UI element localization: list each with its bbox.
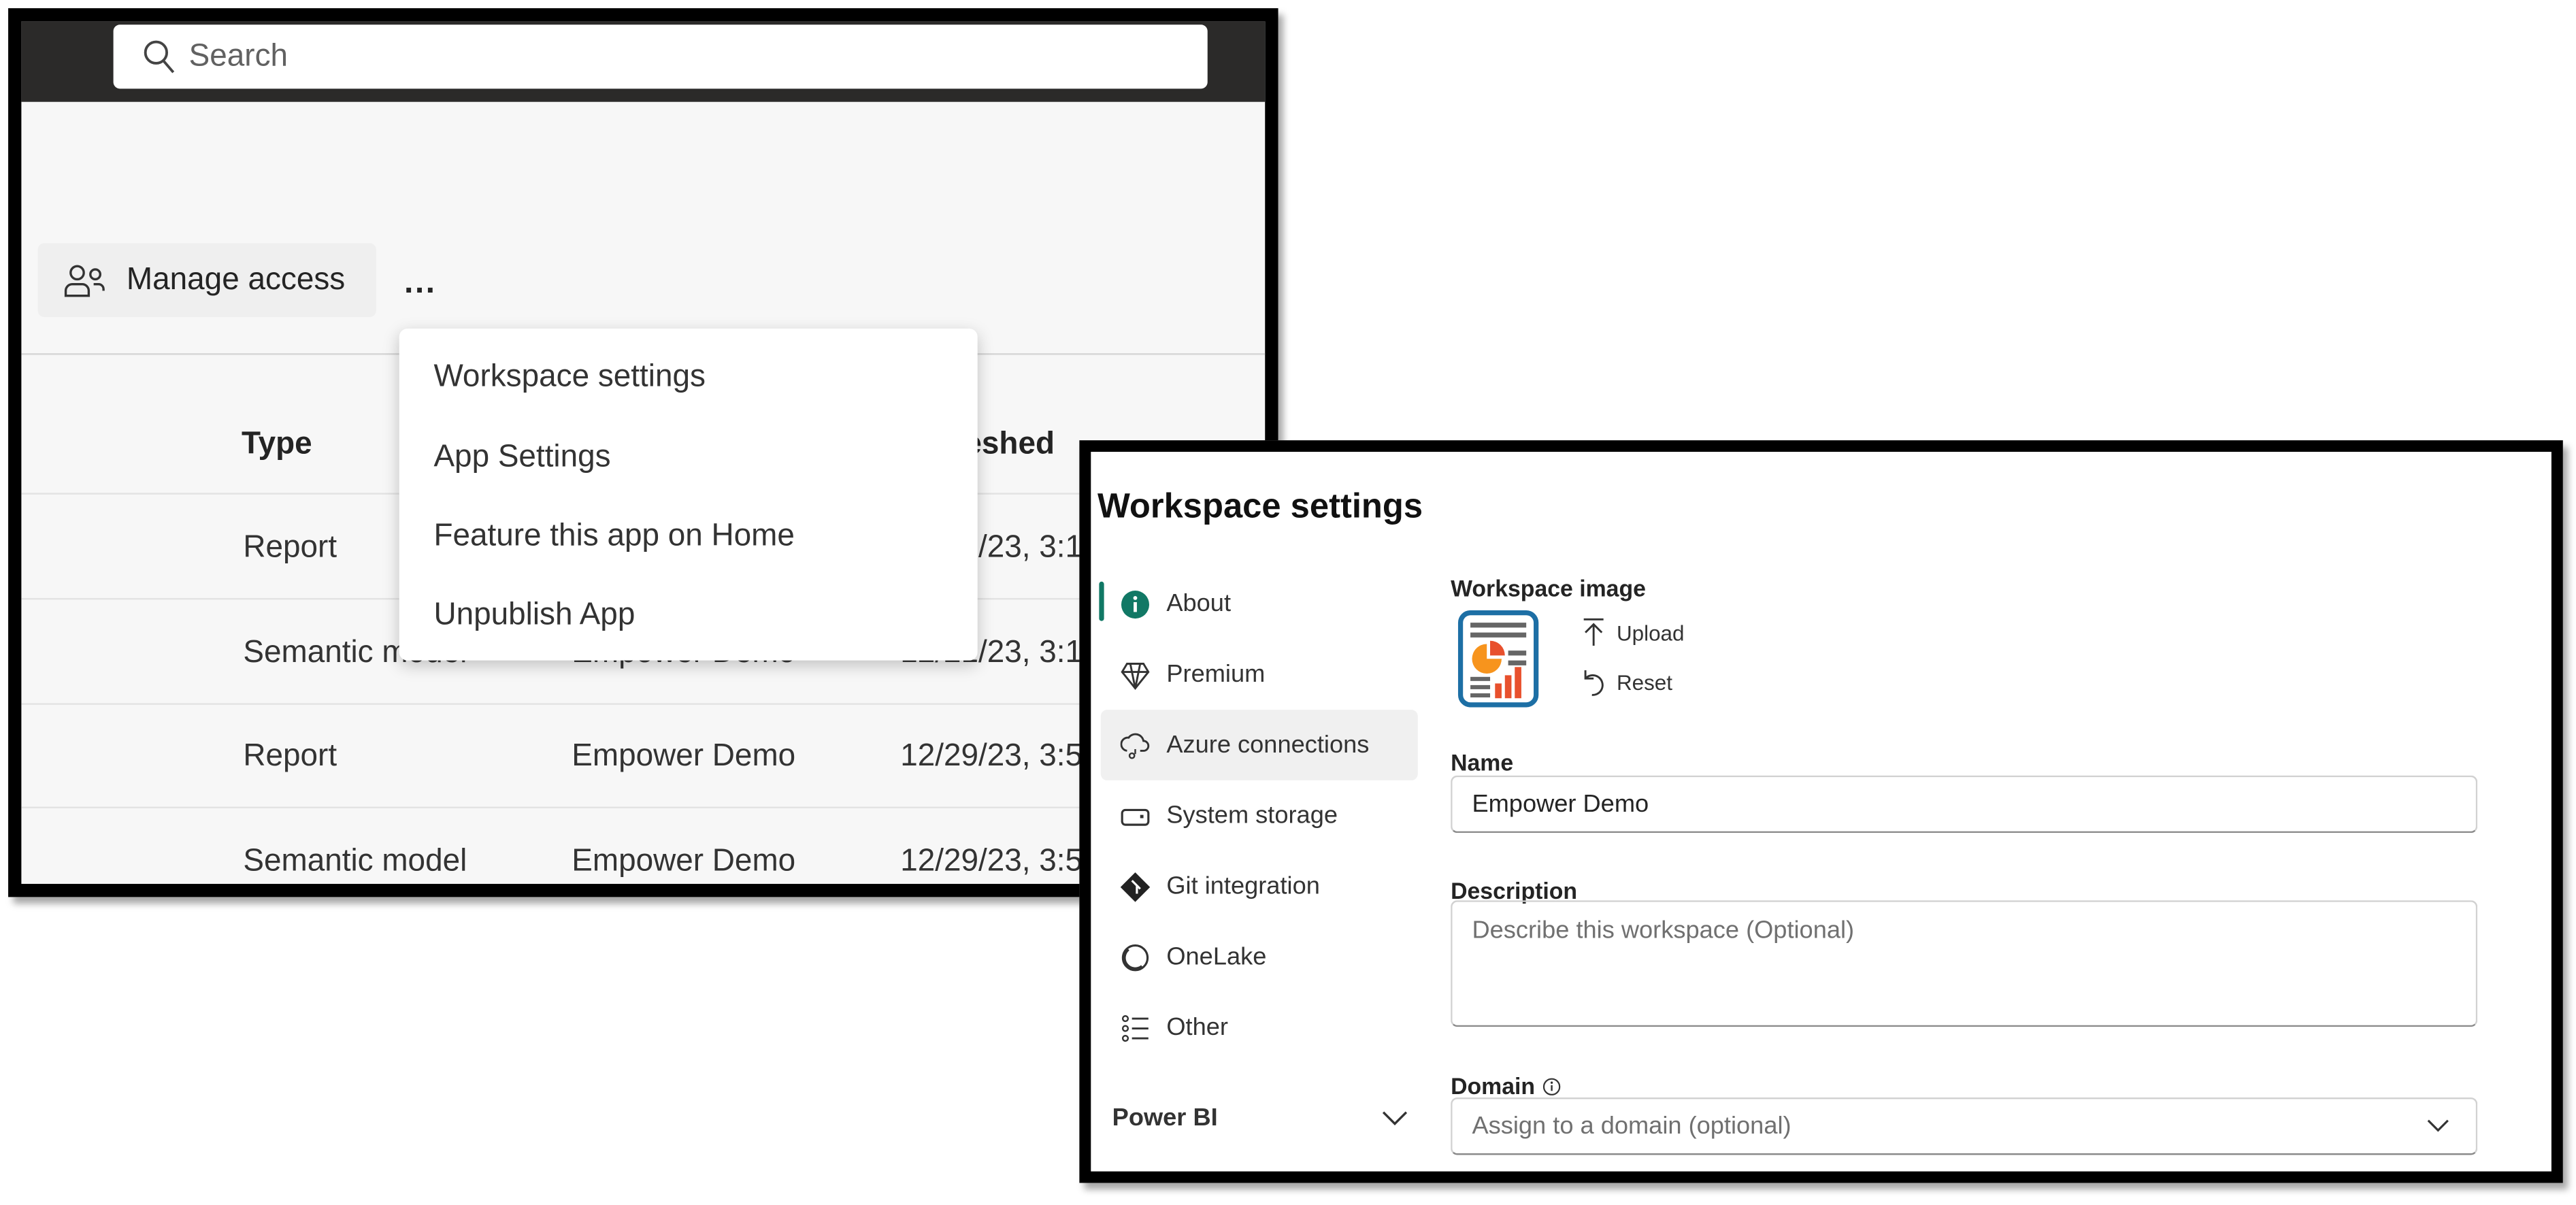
- domain-placeholder: Assign to a domain (optional): [1472, 1112, 1791, 1140]
- upload-icon: [1583, 618, 1604, 646]
- diamond-icon: [1121, 659, 1150, 689]
- manage-access-button[interactable]: Manage access: [37, 243, 376, 318]
- cell-refreshed: 12/29/23, 3:5: [900, 844, 1083, 879]
- nav-label: Git integration: [1166, 872, 1320, 901]
- cell-type: Report: [243, 530, 337, 565]
- top-bar: Search: [21, 21, 1266, 102]
- nav-label: Premium: [1166, 660, 1266, 689]
- nav-label: OneLake: [1166, 942, 1267, 972]
- menu-item-app-settings[interactable]: App Settings: [433, 440, 610, 476]
- name-label: Name: [1451, 749, 1514, 776]
- manage-access-label: Manage access: [126, 262, 346, 297]
- cell-type: Report: [243, 739, 337, 774]
- menu-item-workspace-settings[interactable]: Workspace settings: [433, 360, 706, 396]
- nav-label: Azure connections: [1166, 731, 1370, 759]
- list-icon: [1121, 1013, 1150, 1042]
- page-title: Workspace settings: [1097, 488, 1423, 526]
- name-value: Empower Demo: [1472, 790, 1649, 819]
- storage-icon: [1121, 801, 1150, 830]
- cell-workspace: Empower Demo: [572, 739, 796, 774]
- domain-select[interactable]: Assign to a domain (optional): [1451, 1097, 2478, 1155]
- cell-refreshed: 12/29/23, 3:5: [900, 739, 1083, 774]
- nav-item-onelake[interactable]: OneLake: [1101, 922, 1418, 993]
- nav-label: System storage: [1166, 802, 1338, 830]
- description-placeholder: Describe this workspace (Optional): [1472, 917, 1855, 945]
- menu-item-unpublish-app[interactable]: Unpublish App: [433, 598, 635, 634]
- search-icon: [144, 39, 175, 73]
- chevron-down-icon: [2427, 1119, 2449, 1132]
- nav-item-system-storage[interactable]: System storage: [1101, 780, 1418, 851]
- chevron-down-icon: [1382, 1110, 1408, 1125]
- nav-item-git-integration[interactable]: Git integration: [1101, 851, 1418, 922]
- nav-item-other[interactable]: Other: [1101, 992, 1418, 1063]
- nav-label: Other: [1166, 1013, 1228, 1042]
- workspace-image-label: Workspace image: [1451, 575, 1646, 601]
- workspace-image: [1457, 610, 1539, 708]
- menu-item-feature-app[interactable]: Feature this app on Home: [433, 519, 794, 555]
- search-input[interactable]: Search: [113, 24, 1208, 89]
- table-row[interactable]: Report Empower Demo 12/29/23, 3:5: [21, 705, 1265, 807]
- workspace-settings-panel: Workspace settings About Premium Azure c…: [1079, 440, 2563, 1183]
- onelake-icon: [1121, 942, 1150, 972]
- description-textarea[interactable]: Describe this workspace (Optional): [1451, 900, 2478, 1027]
- cell-workspace: Empower Demo: [572, 844, 796, 879]
- search-placeholder: Search: [188, 38, 288, 73]
- cloud-icon: [1120, 730, 1150, 759]
- nav-item-premium[interactable]: Premium: [1101, 639, 1418, 710]
- more-options-menu: Workspace settings App Settings Feature …: [399, 328, 978, 661]
- upload-label: Upload: [1616, 620, 1685, 645]
- info-icon: [1121, 589, 1150, 618]
- section-label: Power BI: [1112, 1104, 1218, 1132]
- git-icon: [1120, 871, 1151, 902]
- more-options-button[interactable]: ...: [404, 265, 436, 303]
- upload-image-button[interactable]: Upload: [1581, 618, 1685, 647]
- domain-label: Domain: [1451, 1072, 1536, 1100]
- nav-item-about[interactable]: About: [1101, 568, 1418, 639]
- power-bi-section-toggle[interactable]: Power BI: [1112, 1104, 1408, 1132]
- reset-label: Reset: [1616, 669, 1672, 695]
- table-row[interactable]: Semantic model Empower Demo 12/29/23, 3:…: [21, 808, 1265, 884]
- column-header-type[interactable]: Type: [242, 427, 312, 463]
- info-icon[interactable]: [1543, 1077, 1562, 1095]
- reset-image-button[interactable]: Reset: [1581, 667, 1672, 696]
- reset-icon: [1584, 670, 1604, 696]
- name-input[interactable]: Empower Demo: [1451, 775, 2478, 833]
- nav-item-azure-connections[interactable]: Azure connections: [1100, 710, 1418, 780]
- cell-type: Semantic model: [243, 844, 467, 879]
- people-icon: [64, 264, 105, 297]
- nav-label: About: [1166, 589, 1232, 618]
